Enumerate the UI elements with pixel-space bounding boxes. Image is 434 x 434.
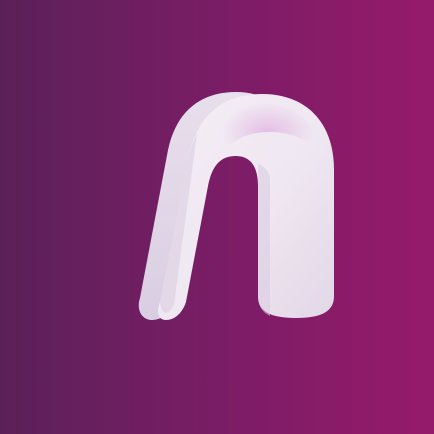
n-glyph-right-edge: [258, 164, 270, 316]
background: [0, 0, 434, 434]
n-logo-icon: [0, 0, 434, 434]
app-icon-tile: [0, 0, 434, 434]
